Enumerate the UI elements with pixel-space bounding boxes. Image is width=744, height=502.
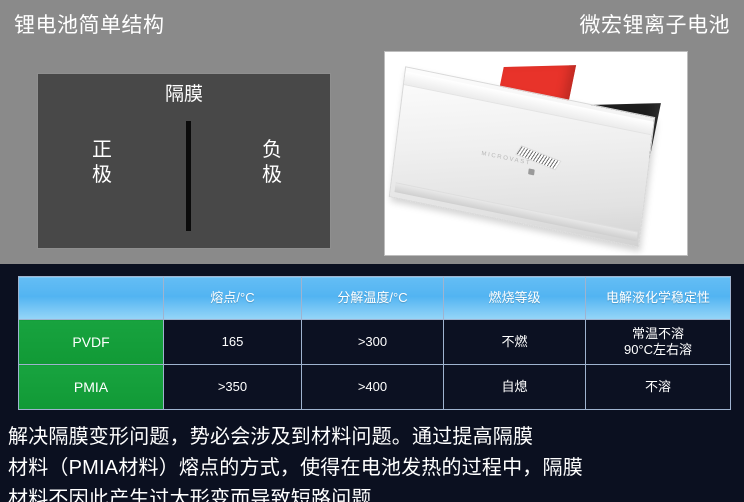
top-banner: 锂电池简单结构 微宏锂离子电池 隔膜 正 极 负 极 MICROVAST <box>0 0 744 264</box>
table-header-decomposition-temp: 分解温度/°C <box>301 276 444 320</box>
cell-brand-mark-icon <box>528 168 535 176</box>
cell-barcode-label <box>515 145 562 171</box>
table-header-row: 熔点/°C 分解温度/°C 燃烧等级 电解液化学稳定性 <box>18 276 731 320</box>
cell-burn-grade-pvdf: 不燃 <box>443 319 586 365</box>
separator-label: 隔膜 <box>164 84 203 105</box>
battery-product-photo: MICROVAST <box>385 52 687 255</box>
caption-line-3: 材料不因此产生过大形变而导致短路问题 <box>8 488 372 502</box>
cell-melting-point-pmia: >350 <box>163 364 302 410</box>
cell-burn-grade-pmia: 自熄 <box>443 364 586 410</box>
cell-material-pmia: PMIA <box>18 364 164 410</box>
cell-decomposition-temp-pvdf: >300 <box>301 319 444 365</box>
table-row: PMIA >350 >400 自熄 不溶 <box>18 364 731 410</box>
cell-electrolyte-stability-pvdf: 常温不溶 90°C左右溶 <box>585 319 731 365</box>
headline-left: 锂电池简单结构 <box>14 14 165 37</box>
pouch-cell-body: MICROVAST <box>388 66 656 248</box>
headline-right: 微宏锂离子电池 <box>579 14 730 37</box>
cell-melting-point-pvdf: 165 <box>163 319 302 365</box>
cell-decomposition-temp-pmia: >400 <box>301 364 444 410</box>
screenshot-root: 锂电池简单结构 微宏锂离子电池 隔膜 正 极 负 极 MICROVAST 熔点/… <box>0 0 744 502</box>
positive-electrode-label: 正 极 <box>92 139 112 186</box>
separator-membrane-bar <box>186 121 191 231</box>
table-header-melting-point: 熔点/°C <box>163 276 302 320</box>
negative-electrode-label: 负 极 <box>262 139 282 186</box>
caption-line-1: 解决隔膜变形问题，势必会涉及到材料问题。通过提高隔膜 <box>8 426 534 448</box>
caption-line-2: 材料（PMIA材料）熔点的方式，使得在电池发热的过程中，隔膜 <box>8 457 583 479</box>
cell-electrolyte-stability-pmia: 不溶 <box>585 364 731 410</box>
table-header-burn-grade: 燃烧等级 <box>443 276 586 320</box>
battery-structure-diagram: 隔膜 正 极 负 极 <box>38 74 330 248</box>
cell-bottom-edge <box>394 182 638 242</box>
lower-dark-section: 熔点/°C 分解温度/°C 燃烧等级 电解液化学稳定性 PVDF 165 >30… <box>0 264 744 502</box>
table-header-material <box>18 276 164 320</box>
material-spec-table: 熔点/°C 分解温度/°C 燃烧等级 电解液化学稳定性 PVDF 165 >30… <box>18 276 731 410</box>
cell-material-pvdf: PVDF <box>18 319 164 365</box>
caption-block: 解决隔膜变形问题，势必会涉及到材料问题。通过提高隔膜 材料（PMIA材料）熔点的… <box>8 422 742 502</box>
table-header-electrolyte-stability: 电解液化学稳定性 <box>585 276 731 320</box>
table-row: PVDF 165 >300 不燃 常温不溶 90°C左右溶 <box>18 319 731 365</box>
